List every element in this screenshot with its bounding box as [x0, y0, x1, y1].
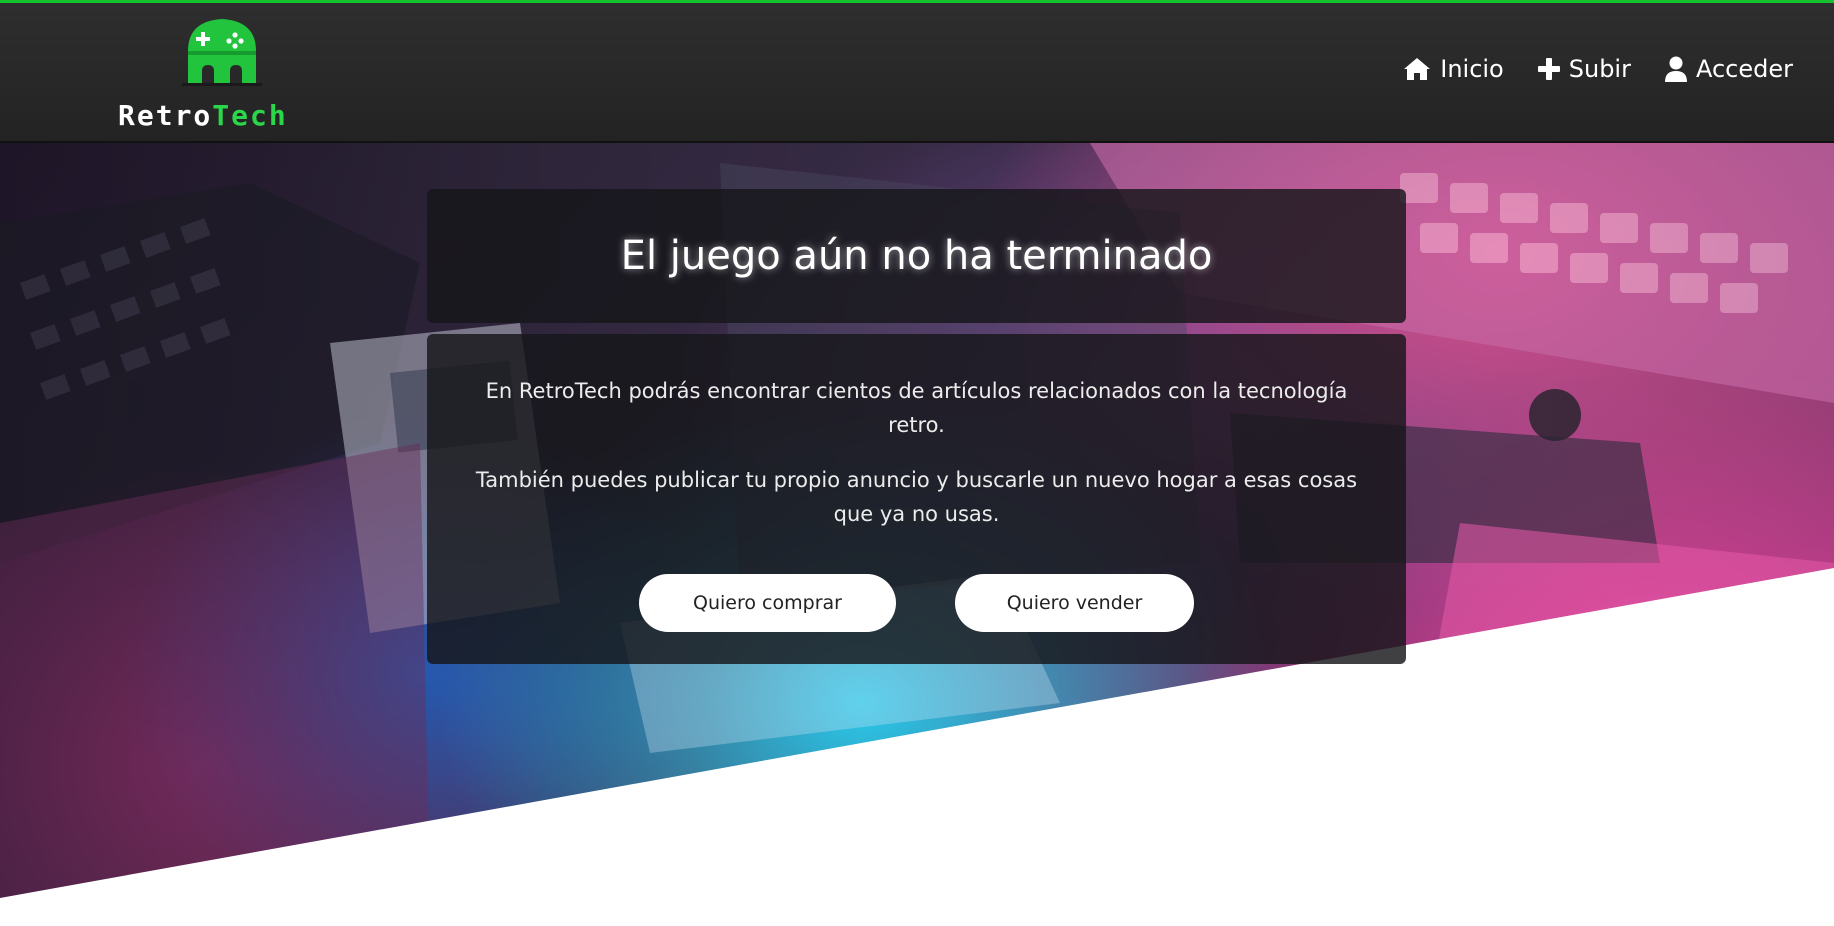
- nav-item-label: Subir: [1568, 55, 1631, 83]
- buy-button[interactable]: Quiero comprar: [639, 574, 896, 632]
- hero-description-1: En RetroTech podrás encontrar cientos de…: [485, 379, 1348, 437]
- nav-item-subir[interactable]: Subir: [1537, 55, 1631, 83]
- hero-section: El juego aún no ha terminado En RetroTec…: [0, 143, 1834, 898]
- plus-icon: [1537, 58, 1560, 80]
- hero-buttons: Quiero comprar Quiero vender: [427, 574, 1406, 632]
- user-icon: [1664, 56, 1687, 82]
- home-icon: [1404, 58, 1431, 80]
- nav-item-label: Acceder: [1695, 55, 1793, 83]
- brand-name: RetroTech: [118, 99, 288, 132]
- hero-info-card: En RetroTech podrás encontrar cientos de…: [427, 334, 1406, 664]
- hero-title-card: El juego aún no ha terminado: [427, 189, 1406, 323]
- sell-button[interactable]: Quiero vender: [955, 574, 1194, 632]
- brand-name-tech: Tech: [212, 99, 288, 132]
- brand-name-retro: Retro: [118, 99, 213, 132]
- brand-logo-link[interactable]: RetroTech: [112, 15, 342, 135]
- nav-item-acceder[interactable]: Acceder: [1664, 55, 1793, 83]
- hero-title: El juego aún no ha terminado: [620, 233, 1213, 279]
- gamepad-castle-icon: [182, 19, 262, 86]
- main-nav: Inicio Subir Acceder: [1403, 55, 1793, 83]
- nav-item-label: Inicio: [1440, 55, 1504, 83]
- top-navbar: RetroTech Inicio Subir Acceder: [0, 0, 1834, 143]
- nav-item-inicio[interactable]: Inicio: [1403, 55, 1504, 83]
- hero-description-2: También puedes publicar tu propio anunci…: [475, 468, 1358, 526]
